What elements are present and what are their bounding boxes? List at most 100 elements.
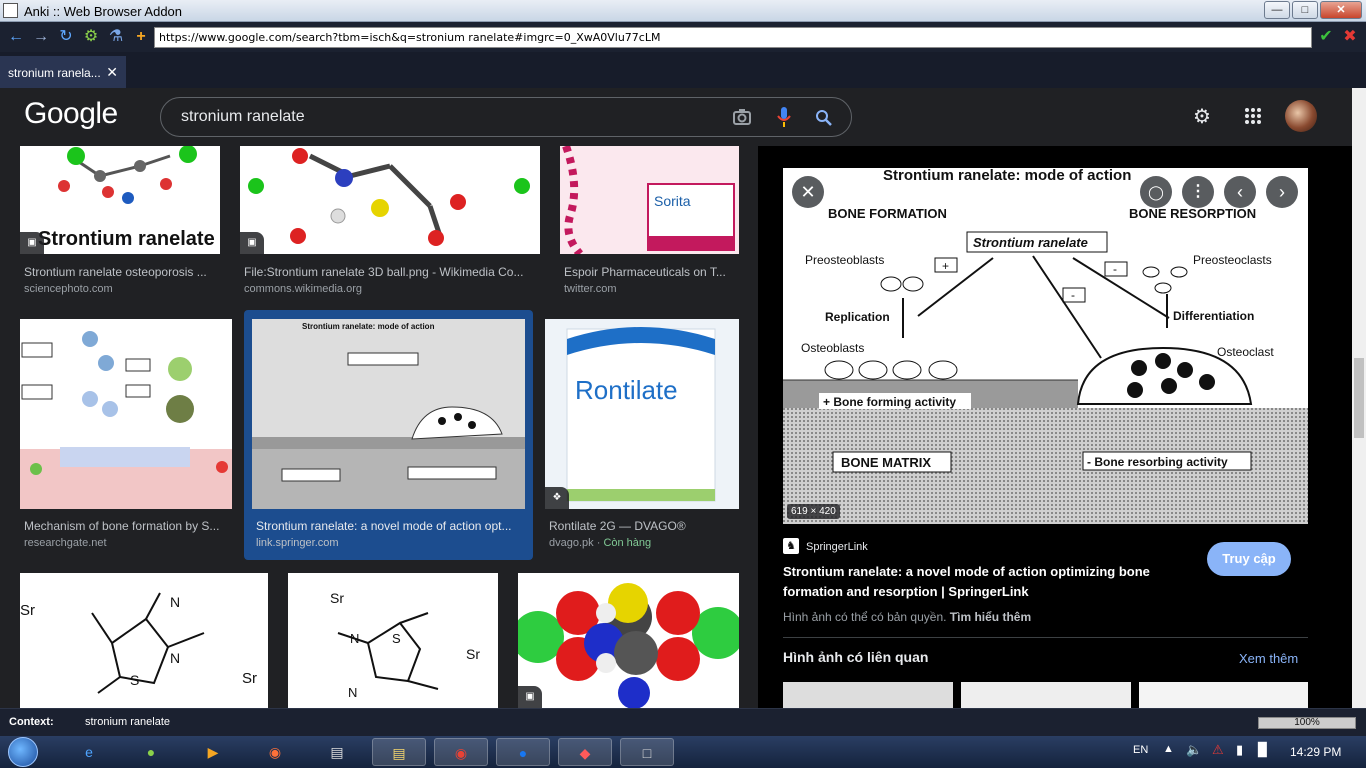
window-title: Anki :: Web Browser Addon — [24, 4, 183, 19]
result-thumbnail-4[interactable] — [20, 319, 232, 509]
results-area: Strontium ranelate ▣ Strontium ranelate … — [0, 146, 1352, 708]
result-source-4[interactable]: researchgate.net — [24, 537, 107, 549]
svg-text:N: N — [170, 650, 180, 666]
result-thumbnail-2[interactable]: ▣ — [240, 146, 540, 254]
minimize-button[interactable]: — — [1264, 1, 1290, 19]
settings-icon[interactable]: ⚙ — [1193, 104, 1211, 129]
result-title-3[interactable]: Espoir Pharmaceuticals on T... — [564, 265, 734, 279]
anki-browser-icon[interactable]: □ — [620, 738, 674, 766]
result-source-2[interactable]: commons.wikimedia.org — [244, 283, 362, 295]
scrollbar-thumb[interactable] — [1354, 358, 1364, 438]
search-icon[interactable] — [815, 109, 833, 127]
explorer-icon[interactable]: ▤ — [372, 738, 426, 766]
image-badge-icon: ▣ — [20, 232, 44, 254]
result-source-6[interactable]: dvago.pk · Còn hàng — [549, 537, 651, 549]
window-titlebar: Anki :: Web Browser Addon — □ ✕ — [0, 0, 1366, 22]
related-thumbnail-2[interactable] — [961, 682, 1131, 708]
tray-up-arrow-icon[interactable]: ▲ — [1163, 743, 1174, 755]
preview-image-title: Strontium ranelate: mode of action — [883, 168, 1131, 184]
google-logo[interactable]: Google — [24, 97, 118, 131]
media-player-icon[interactable]: ▶ — [186, 738, 240, 766]
camera-icon[interactable] — [733, 109, 751, 125]
close-tab-icon[interactable]: ✕ — [106, 64, 118, 81]
preview-image[interactable]: Strontium ranelate: mode of action BONE … — [783, 168, 1308, 524]
result-thumbnail-9[interactable]: ▣ — [518, 573, 739, 708]
label-bone-resorption: BONE RESORPTION — [1129, 206, 1256, 221]
search-input[interactable]: stronium ranelate — [181, 108, 305, 126]
preview-title[interactable]: Strontium ranelate: a novel mode of acti… — [783, 562, 1193, 602]
svg-text:Sr: Sr — [330, 590, 344, 606]
result-source-6-domain: dvago.pk — [549, 537, 594, 549]
label-replication: Replication — [825, 310, 890, 324]
source-site-name[interactable]: SpringerLink — [806, 541, 868, 553]
related-thumbnail-1[interactable] — [783, 682, 953, 708]
close-window-button[interactable]: ✕ — [1320, 1, 1362, 19]
language-indicator[interactable]: EN — [1133, 744, 1148, 756]
result-source-1[interactable]: sciencephoto.com — [24, 283, 113, 295]
result-thumbnail-6[interactable]: Rontilate ❖ — [545, 319, 739, 509]
lens-icon[interactable]: ◯ — [1140, 176, 1172, 208]
result-source-3[interactable]: twitter.com — [564, 283, 617, 295]
zoom-indicator[interactable]: 100% — [1258, 717, 1356, 729]
learn-more-link[interactable]: Tìm hiểu thêm — [950, 610, 1031, 624]
result-thumbnail-7[interactable]: Sr Sr S N N — [20, 573, 268, 708]
context-value: stronium ranelate — [85, 716, 170, 728]
clock[interactable]: 14:29 PM — [1290, 745, 1341, 759]
address-bar[interactable]: https://www.google.com/search?tbm=isch&q… — [154, 27, 1312, 48]
more-options-icon[interactable]: ⋮ — [1182, 176, 1214, 208]
search-box[interactable]: stronium ranelate — [160, 97, 852, 137]
stop-icon[interactable]: ✖ — [1340, 27, 1360, 47]
result-source-5[interactable]: link.springer.com — [256, 537, 339, 549]
thumb-label-6: Rontilate — [575, 375, 678, 405]
previous-arrow-icon[interactable]: ‹ — [1224, 176, 1256, 208]
in-stock-label: Còn hàng — [603, 537, 652, 549]
see-more-link[interactable]: Xem thêm — [1239, 651, 1298, 666]
result-title-1[interactable]: Strontium ranelate osteoporosis ... — [24, 265, 220, 279]
result-title-4[interactable]: Mechanism of bone formation by S... — [24, 519, 230, 533]
next-arrow-icon[interactable]: › — [1266, 176, 1298, 208]
reload-icon[interactable]: ↻ — [56, 27, 76, 47]
zalo-icon[interactable]: ● — [496, 738, 550, 766]
visit-button[interactable]: Truy cập — [1207, 542, 1291, 576]
result-title-5[interactable]: Strontium ranelate: a novel mode of acti… — [256, 519, 522, 533]
image-dimensions: 619 × 420 — [787, 504, 840, 519]
label-osteoclast: Osteoclast — [1217, 345, 1274, 359]
result-thumbnail-5[interactable]: Strontium ranelate: mode of action — [252, 319, 525, 509]
related-thumbnail-3[interactable] — [1139, 682, 1308, 708]
ie-icon[interactable]: e — [62, 738, 116, 766]
microphone-icon[interactable] — [777, 107, 791, 129]
result-title-2[interactable]: File:Strontium ranelate 3D ball.png - Wi… — [244, 265, 530, 279]
checkmark-icon[interactable]: ✔ — [1316, 27, 1336, 47]
forward-arrow-icon[interactable]: → — [31, 27, 51, 47]
context-label: Context: — [9, 716, 54, 728]
battery-icon[interactable]: ▮ — [1236, 742, 1243, 758]
anki-icon[interactable]: ◆ — [558, 738, 612, 766]
firefox-icon[interactable]: ◉ — [248, 738, 302, 766]
back-arrow-icon[interactable]: ← — [6, 27, 26, 47]
label-bone-resorbing: - Bone resorbing activity — [1087, 455, 1228, 469]
result-thumbnail-1[interactable]: Strontium ranelate ▣ — [20, 146, 220, 254]
result-thumbnail-3[interactable]: Sorita — [560, 146, 739, 254]
result-title-6[interactable]: Rontilate 2G — DVAGO® — [549, 519, 737, 533]
extension-icon[interactable]: ⚗ — [106, 27, 126, 47]
label-preosteoclasts: Preosteoclasts — [1193, 253, 1272, 267]
notepad-icon[interactable]: ▤ — [310, 738, 364, 766]
app-green-icon[interactable]: ● — [124, 738, 178, 766]
maximize-button[interactable]: □ — [1292, 1, 1318, 19]
thumb-label-3: Sorita — [654, 193, 691, 209]
apps-grid-icon[interactable] — [1244, 107, 1262, 125]
settings-gear-icon[interactable]: ⚙ — [81, 27, 101, 47]
start-button[interactable] — [8, 737, 38, 767]
chrome-icon[interactable]: ◉ — [434, 738, 488, 766]
result-thumbnail-8[interactable]: Sr Sr S N N — [288, 573, 498, 708]
volume-icon[interactable]: 🔈 — [1186, 742, 1202, 758]
add-icon[interactable]: + — [131, 27, 151, 47]
network-icon[interactable]: ⚠ — [1212, 742, 1224, 758]
account-avatar[interactable] — [1285, 100, 1317, 132]
page-scrollbar[interactable] — [1352, 88, 1366, 708]
app-icon — [3, 3, 18, 18]
tab-active[interactable]: stronium ranela... ✕ — [0, 56, 126, 88]
svg-text:S: S — [392, 631, 401, 646]
close-preview-icon[interactable]: ✕ — [792, 176, 824, 208]
signal-icon[interactable]: ▉ — [1258, 742, 1268, 758]
